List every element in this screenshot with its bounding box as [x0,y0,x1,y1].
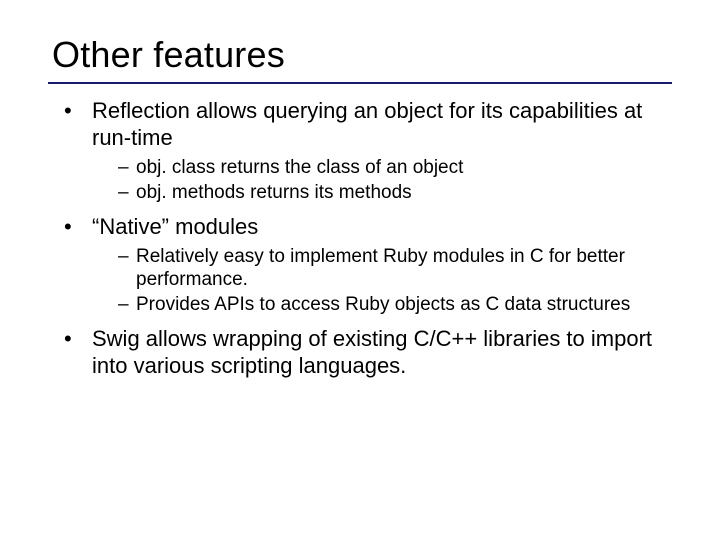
sub-text: Provides APIs to access Ruby objects as … [136,294,630,315]
code-obj-methods: obj. methods [136,182,245,203]
sub-text: returns the class of an object [215,157,463,178]
sub-obj-methods: obj. methods returns its methods [118,181,672,204]
bullet-swig: Swig allows wrapping of existing C/C++ l… [64,326,672,380]
sub-text: returns its methods [245,182,412,203]
sub-list: obj. class returns the class of an objec… [92,156,672,204]
bullet-text: “Native” modules [92,214,258,239]
bullet-native-modules: “Native” modules Relatively easy to impl… [64,214,672,316]
sub-list: Relatively easy to implement Ruby module… [92,245,672,317]
slide-title: Other features [52,34,672,76]
bullet-text: Reflection allows querying an object for… [92,98,642,150]
sub-native-apis: Provides APIs to access Ruby objects as … [118,293,672,316]
sub-obj-class: obj. class returns the class of an objec… [118,156,672,179]
sub-native-easy: Relatively easy to implement Ruby module… [118,245,672,291]
title-underline [48,82,672,84]
bullet-list: Reflection allows querying an object for… [48,98,672,380]
code-obj-class: obj. class [136,157,215,178]
bullet-text: Swig allows wrapping of existing C/C++ l… [92,326,652,378]
sub-text: Relatively easy to implement Ruby module… [136,246,625,290]
slide: Other features Reflection allows queryin… [0,0,720,540]
bullet-reflection: Reflection allows querying an object for… [64,98,672,204]
